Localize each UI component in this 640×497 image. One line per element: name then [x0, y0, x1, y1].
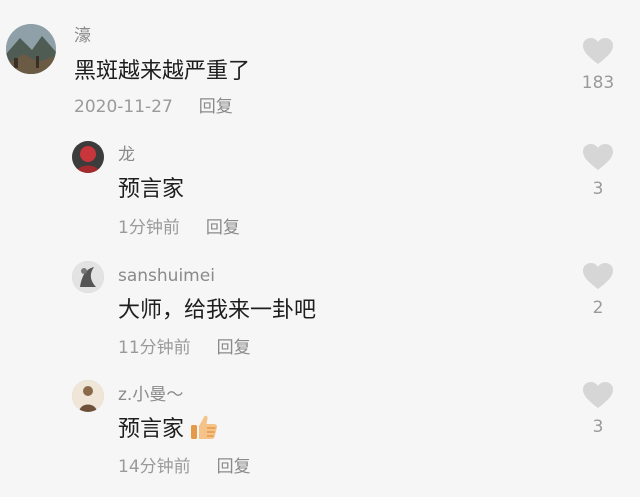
- reply-button[interactable]: 回复: [206, 218, 240, 238]
- reply-button[interactable]: 回复: [217, 457, 251, 477]
- reply-text: 预言家: [118, 414, 218, 448]
- like-count: 3: [592, 417, 604, 437]
- like-count: 3: [592, 179, 604, 199]
- reply-meta: 11分钟前 回复: [118, 338, 251, 358]
- reply-text: 大师，给我来一卦吧: [118, 298, 317, 323]
- comment-username[interactable]: 濠: [74, 26, 91, 46]
- red-figure-avatar-icon: [72, 141, 104, 173]
- reply-time: 14分钟前: [118, 457, 191, 477]
- avatar[interactable]: [6, 24, 56, 74]
- avatar[interactable]: [72, 141, 104, 173]
- heart-icon: [583, 263, 613, 289]
- heart-icon: [583, 144, 613, 170]
- reply-meta: 1分钟前 回复: [118, 218, 240, 238]
- reply-username[interactable]: sanshuimei: [118, 266, 215, 286]
- heart-icon: [583, 382, 613, 408]
- beige-figure-avatar-icon: [72, 380, 104, 412]
- like-button[interactable]: 2: [578, 263, 618, 318]
- like-count: 183: [581, 73, 615, 93]
- comment-time: 2020-11-27: [74, 97, 173, 117]
- avatar[interactable]: [72, 380, 104, 412]
- ink-sketch-avatar-icon: [72, 261, 104, 293]
- like-button[interactable]: 3: [578, 144, 618, 199]
- reply-meta: 14分钟前 回复: [118, 457, 251, 477]
- reply-username[interactable]: 龙: [118, 145, 135, 165]
- comment-thread: 濠 黑斑越来越严重了 2020-11-27 回复 183 龙 预言家 1分钟前 回复: [0, 0, 640, 497]
- like-count: 2: [592, 298, 604, 318]
- reply-button[interactable]: 回复: [217, 338, 251, 358]
- mountain-landscape-avatar-icon: [6, 24, 56, 74]
- reply-username[interactable]: z.小曼～: [118, 385, 183, 405]
- comment-text: 黑斑越来越严重了: [74, 59, 251, 84]
- reply-time: 11分钟前: [118, 338, 191, 358]
- reply-time: 1分钟前: [118, 218, 180, 238]
- reply-text: 预言家: [118, 177, 185, 202]
- reply-text-content: 预言家: [118, 417, 185, 442]
- comment-meta: 2020-11-27 回复: [74, 97, 233, 117]
- like-button[interactable]: 183: [578, 38, 618, 93]
- avatar[interactable]: [72, 261, 104, 293]
- like-button[interactable]: 3: [578, 382, 618, 437]
- thumbs-up-icon: [190, 414, 218, 448]
- heart-icon: [583, 38, 613, 64]
- reply-button[interactable]: 回复: [199, 97, 233, 117]
